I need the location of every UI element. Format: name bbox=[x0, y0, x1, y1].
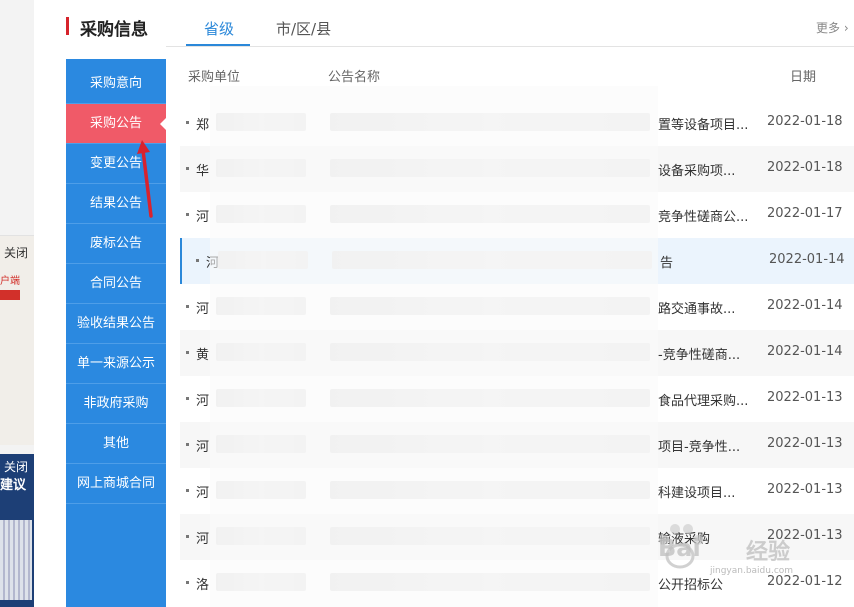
more-link[interactable]: 更多 › bbox=[816, 19, 849, 36]
row-title-link[interactable]: 路交通事故... bbox=[658, 298, 735, 317]
row-bullet-icon bbox=[186, 351, 189, 354]
header-divider bbox=[166, 46, 854, 47]
sidebar-item-announcement[interactable]: 采购公告 bbox=[66, 104, 166, 144]
row-title-link[interactable]: 竞争性磋商公... bbox=[658, 206, 748, 225]
sidebar-item-contract[interactable]: 合同公告 bbox=[66, 264, 166, 304]
row-bullet-icon bbox=[186, 121, 189, 124]
watermark-brand-cn: 经验 bbox=[746, 540, 791, 565]
float-ad-close-button[interactable]: 关闭 bbox=[4, 244, 28, 261]
row-bullet-icon bbox=[186, 397, 189, 400]
row-date: 2022-01-13 bbox=[767, 436, 843, 451]
section-title: 采购信息 bbox=[80, 20, 148, 40]
tab-city-district[interactable]: 市/区/县 bbox=[276, 18, 331, 39]
column-header-date: 日期 bbox=[790, 70, 817, 85]
qr-code-image bbox=[0, 520, 32, 600]
tab-province[interactable]: 省级 bbox=[204, 18, 234, 39]
blurred-region bbox=[210, 86, 658, 607]
row-title-link[interactable]: 科建设项目... bbox=[658, 482, 735, 501]
title-accent-bar bbox=[66, 17, 69, 35]
row-title-link[interactable]: 公开招标公 bbox=[658, 574, 723, 593]
baidu-jingyan-watermark: Bai 经验 jingyan.baidu.com bbox=[650, 520, 810, 576]
row-title-link[interactable]: 食品代理采购... bbox=[658, 390, 748, 409]
more-label: 更多 bbox=[816, 21, 841, 35]
watermark-brand: Bai bbox=[658, 534, 701, 562]
sidebar-item-non-government[interactable]: 非政府采购 bbox=[66, 384, 166, 424]
sidebar-item-cancelled[interactable]: 废标公告 bbox=[66, 224, 166, 264]
float-qr-close-button[interactable]: 关闭 bbox=[4, 458, 28, 475]
sidebar-item-single-source[interactable]: 单一来源公示 bbox=[66, 344, 166, 384]
row-date: 2022-01-18 bbox=[767, 160, 843, 175]
row-bullet-icon bbox=[186, 535, 189, 538]
row-bullet-icon bbox=[186, 167, 189, 170]
annotation-arrow-icon bbox=[137, 140, 153, 218]
sidebar-item-other[interactable]: 其他 bbox=[66, 424, 166, 464]
chevron-right-icon: › bbox=[843, 21, 849, 35]
row-bullet-icon bbox=[186, 489, 189, 492]
row-bullet-icon bbox=[186, 581, 189, 584]
row-title-link[interactable]: 置等设备项目... bbox=[658, 114, 748, 133]
sidebar-item-mall-contract[interactable]: 网上商城合同 bbox=[66, 464, 166, 504]
row-bullet-icon bbox=[196, 259, 199, 262]
row-date: 2022-01-18 bbox=[767, 114, 843, 129]
float-qr-text: 建议 bbox=[0, 478, 27, 493]
floating-qr-panel: 关闭 建议 bbox=[0, 454, 34, 607]
sidebar-item-intent[interactable]: 采购意向 bbox=[66, 64, 166, 104]
floating-ad-panel: 关闭 户端 bbox=[0, 235, 34, 445]
row-bullet-icon bbox=[186, 213, 189, 216]
row-date: 2022-01-14 bbox=[767, 344, 843, 359]
row-title-link[interactable]: 告 bbox=[660, 252, 673, 271]
column-header-unit: 采购单位 bbox=[188, 70, 241, 85]
row-title-link[interactable]: 设备采购项... bbox=[658, 160, 735, 179]
float-ad-red-bar bbox=[0, 290, 20, 300]
row-title-link[interactable]: 项目-竞争性... bbox=[658, 436, 740, 455]
row-date: 2022-01-13 bbox=[767, 390, 843, 405]
row-bullet-icon bbox=[186, 443, 189, 446]
sidebar-item-acceptance[interactable]: 验收结果公告 bbox=[66, 304, 166, 344]
row-date: 2022-01-14 bbox=[769, 252, 845, 267]
row-title-link[interactable]: -竞争性磋商... bbox=[658, 344, 740, 363]
watermark-url: jingyan.baidu.com bbox=[710, 566, 794, 576]
row-date: 2022-01-12 bbox=[767, 574, 843, 589]
float-ad-text: 户端 bbox=[0, 276, 20, 287]
row-date: 2022-01-14 bbox=[767, 298, 843, 313]
column-header-title: 公告名称 bbox=[328, 70, 381, 85]
row-bullet-icon bbox=[186, 305, 189, 308]
row-date: 2022-01-17 bbox=[767, 206, 843, 221]
row-date: 2022-01-13 bbox=[767, 482, 843, 497]
